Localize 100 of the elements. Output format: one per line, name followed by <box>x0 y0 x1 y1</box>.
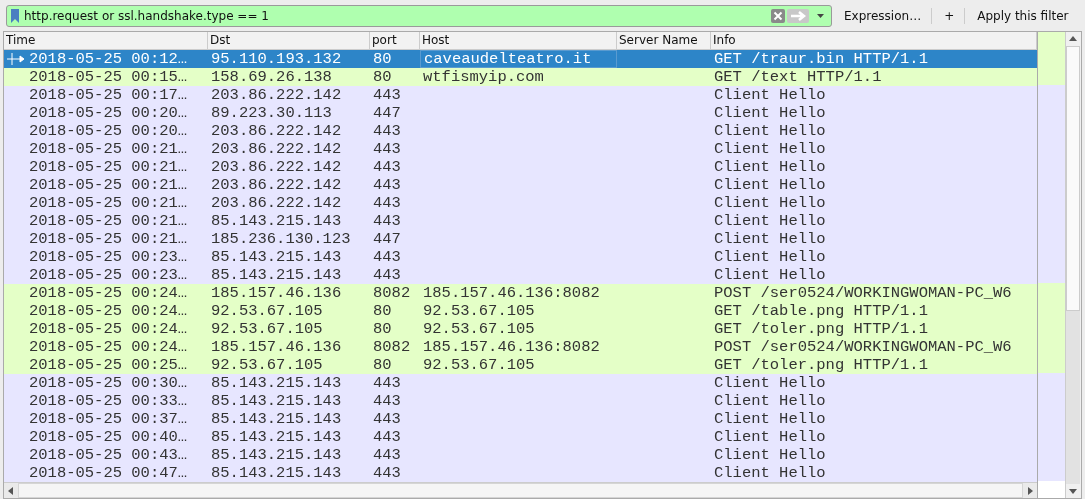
table-cell: 2018-05-25 00:21… <box>29 194 188 212</box>
table-cell: 80 <box>373 50 392 68</box>
table-row[interactable]: 2018-05-25 00:20… 203.86.222.142 443 Client Hello <box>4 122 1037 140</box>
table-cell: 8082 <box>373 284 411 302</box>
table-cell: 2018-05-25 00:43… <box>29 446 188 464</box>
table-cell: 85.143.215.143 <box>211 392 342 410</box>
table-row[interactable]: 2018-05-25 00:21… 85.143.215.143 443 Client Hello <box>4 212 1037 230</box>
table-cell: Client Hello <box>714 122 826 140</box>
column-header[interactable]: Host <box>420 32 617 49</box>
table-cell: caveaudelteatro.it <box>424 51 592 67</box>
table-row[interactable]: 2018-05-25 00:21… 203.86.222.142 443 Client Hello <box>4 176 1037 194</box>
table-row[interactable]: 2018-05-25 00:17… 203.86.222.142 443 Client Hello <box>4 86 1037 104</box>
column-header[interactable]: Time <box>4 32 208 49</box>
table-cell: 443 <box>373 194 401 212</box>
table-row[interactable]: 2018-05-25 00:37… 85.143.215.143 443 Client Hello <box>4 410 1037 428</box>
table-row[interactable]: 2018-05-25 00:23… 85.143.215.143 443 Client Hello <box>4 266 1037 284</box>
table-cell: Client Hello <box>714 266 826 284</box>
table-cell: 443 <box>373 428 401 446</box>
filter-input[interactable]: http.request or ssl.handshake.type == 1 <box>22 9 769 23</box>
table-row[interactable]: 2018-05-25 00:23… 85.143.215.143 443 Client Hello <box>4 248 1037 266</box>
table-cell: 2018-05-25 00:20… <box>29 122 188 140</box>
table-cell: 2018-05-25 00:23… <box>29 266 188 284</box>
table-cell: 2018-05-25 00:20… <box>29 104 188 122</box>
table-cell: 443 <box>373 86 401 104</box>
table-row[interactable]: 2018-05-25 00:25… 92.53.67.105 80 92.53.67.105 GET /toler.png HTTP/1.1 <box>4 356 1037 374</box>
table-cell: 2018-05-25 00:23… <box>29 248 188 266</box>
table-cell: 443 <box>373 176 401 194</box>
table-cell: 2018-05-25 00:21… <box>29 176 188 194</box>
table-row[interactable]: 2018-05-25 00:24… 185.157.46.136 8082 185.157.46.136:8082 POST /ser0524/WORKINGWOMAN-PC_W6 <box>4 338 1037 356</box>
column-header[interactable]: port <box>370 32 420 49</box>
table-cell: 92.53.67.105 <box>423 302 535 320</box>
toolbar-button[interactable]: + <box>940 9 959 23</box>
table-row[interactable]: 2018-05-25 00:21… 203.86.222.142 443 Client Hello <box>4 140 1037 158</box>
table-cell: 2018-05-25 00:21… <box>29 140 188 158</box>
table-row[interactable]: 2018-05-25 00:24… 185.157.46.136 8082 185.157.46.136:8082 POST /ser0524/WORKINGWOMAN-PC_W6 <box>4 284 1037 302</box>
table-row[interactable]: 2018-05-25 00:21… 185.236.130.123 447 Client Hello <box>4 230 1037 248</box>
table-cell: 443 <box>373 266 401 284</box>
table-cell: 203.86.222.142 <box>211 176 342 194</box>
table-cell: 443 <box>373 374 401 392</box>
table-cell: 443 <box>373 122 401 140</box>
table-cell: POST /ser0524/WORKINGWOMAN-PC_W6 <box>714 338 1012 356</box>
table-cell: GET /traur.bin HTTP/1.1 <box>714 50 928 68</box>
table-cell: 85.143.215.143 <box>211 374 342 392</box>
table-row[interactable]: 2018-05-25 00:24… 92.53.67.105 80 92.53.67.105 GET /toler.png HTTP/1.1 <box>4 320 1037 338</box>
toolbar-button[interactable]: Apply this filter <box>973 9 1073 23</box>
table-cell: 2018-05-25 00:24… <box>29 284 188 302</box>
table-row[interactable]: 2018-05-25 00:47… 85.143.215.143 443 Client Hello <box>4 464 1037 482</box>
table-row[interactable]: 2018-05-25 00:30… 85.143.215.143 443 Client Hello <box>4 374 1037 392</box>
table-row[interactable]: 2018-05-25 00:40… 85.143.215.143 443 Client Hello <box>4 428 1037 446</box>
table-cell: Client Hello <box>714 86 826 104</box>
table-cell: Client Hello <box>714 158 826 176</box>
column-header[interactable]: Server Name <box>617 32 711 49</box>
table-cell: Client Hello <box>714 392 826 410</box>
table-cell: 2018-05-25 00:47… <box>29 464 188 482</box>
bookmark-icon[interactable] <box>10 9 20 23</box>
table-cell: 92.53.67.105 <box>423 320 535 338</box>
table-cell: Client Hello <box>714 446 826 464</box>
table-cell: 2018-05-25 00:30… <box>29 374 188 392</box>
table-cell: 443 <box>373 212 401 230</box>
table-cell: 443 <box>373 140 401 158</box>
table-cell: 85.143.215.143 <box>211 410 342 428</box>
table-row[interactable]: 2018-05-25 00:33… 85.143.215.143 443 Client Hello <box>4 392 1037 410</box>
table-cell: 80 <box>373 68 392 86</box>
table-cell: 2018-05-25 00:21… <box>29 230 188 248</box>
table-cell: 2018-05-25 00:17… <box>29 86 188 104</box>
table-cell: 185.157.46.136:8082 <box>423 284 600 302</box>
toolbar-button[interactable]: Expression… <box>840 9 926 23</box>
table-cell: Client Hello <box>714 176 826 194</box>
table-cell: Client Hello <box>714 212 826 230</box>
column-header[interactable]: Info <box>711 32 1037 49</box>
table-cell: 185.157.46.136 <box>211 284 342 302</box>
table-cell: 203.86.222.142 <box>211 194 342 212</box>
table-cell: wtfismyip.com <box>423 68 544 86</box>
table-row[interactable]: 2018-05-25 00:21… 203.86.222.142 443 Client Hello <box>4 158 1037 176</box>
table-row[interactable]: 2018-05-25 00:21… 203.86.222.142 443 Client Hello <box>4 194 1037 212</box>
table-cell: 85.143.215.143 <box>211 266 342 284</box>
table-cell: 203.86.222.142 <box>211 158 342 176</box>
table-row[interactable]: 2018-05-25 00:20… 89.223.30.113 447 Client Hello <box>4 104 1037 122</box>
table-cell: 185.157.46.136:8082 <box>423 338 600 356</box>
table-row[interactable]: 2018-05-25 00:15… 158.69.26.138 80 wtfismyip.com GET /text HTTP/1.1 <box>4 68 1037 86</box>
table-cell: 80 <box>373 302 392 320</box>
table-cell: 92.53.67.105 <box>211 356 323 374</box>
table-cell: 443 <box>373 392 401 410</box>
table-cell: 203.86.222.142 <box>211 140 342 158</box>
table-cell: GET /table.png HTTP/1.1 <box>714 302 928 320</box>
table-cell: 203.86.222.142 <box>211 122 342 140</box>
table-cell: 2018-05-25 00:15… <box>29 68 188 86</box>
table-cell: GET /toler.png HTTP/1.1 <box>714 356 928 374</box>
table-row[interactable]: 2018-05-25 00:24… 92.53.67.105 80 92.53.67.105 GET /table.png HTTP/1.1 <box>4 302 1037 320</box>
table-cell: 2018-05-25 00:37… <box>29 410 188 428</box>
table-cell: 80 <box>373 320 392 338</box>
filter-field[interactable]: http.request or ssl.handshake.type == 1 <box>6 5 832 27</box>
table-cell: 2018-05-25 00:25… <box>29 356 188 374</box>
table-cell: 443 <box>373 410 401 428</box>
table-row[interactable]: 2018-05-25 00:43… 85.143.215.143 443 Client Hello <box>4 446 1037 464</box>
clear-icon[interactable] <box>771 9 785 23</box>
column-header[interactable]: Dst <box>208 32 370 49</box>
table-row[interactable]: 2018-05-25 00:12… 95.110.193.132 80 caveaudelteatro.it GET /traur.bin HTTP/1.1 <box>4 50 1037 68</box>
table-cell: 443 <box>373 464 401 482</box>
table-cell: 443 <box>373 446 401 464</box>
